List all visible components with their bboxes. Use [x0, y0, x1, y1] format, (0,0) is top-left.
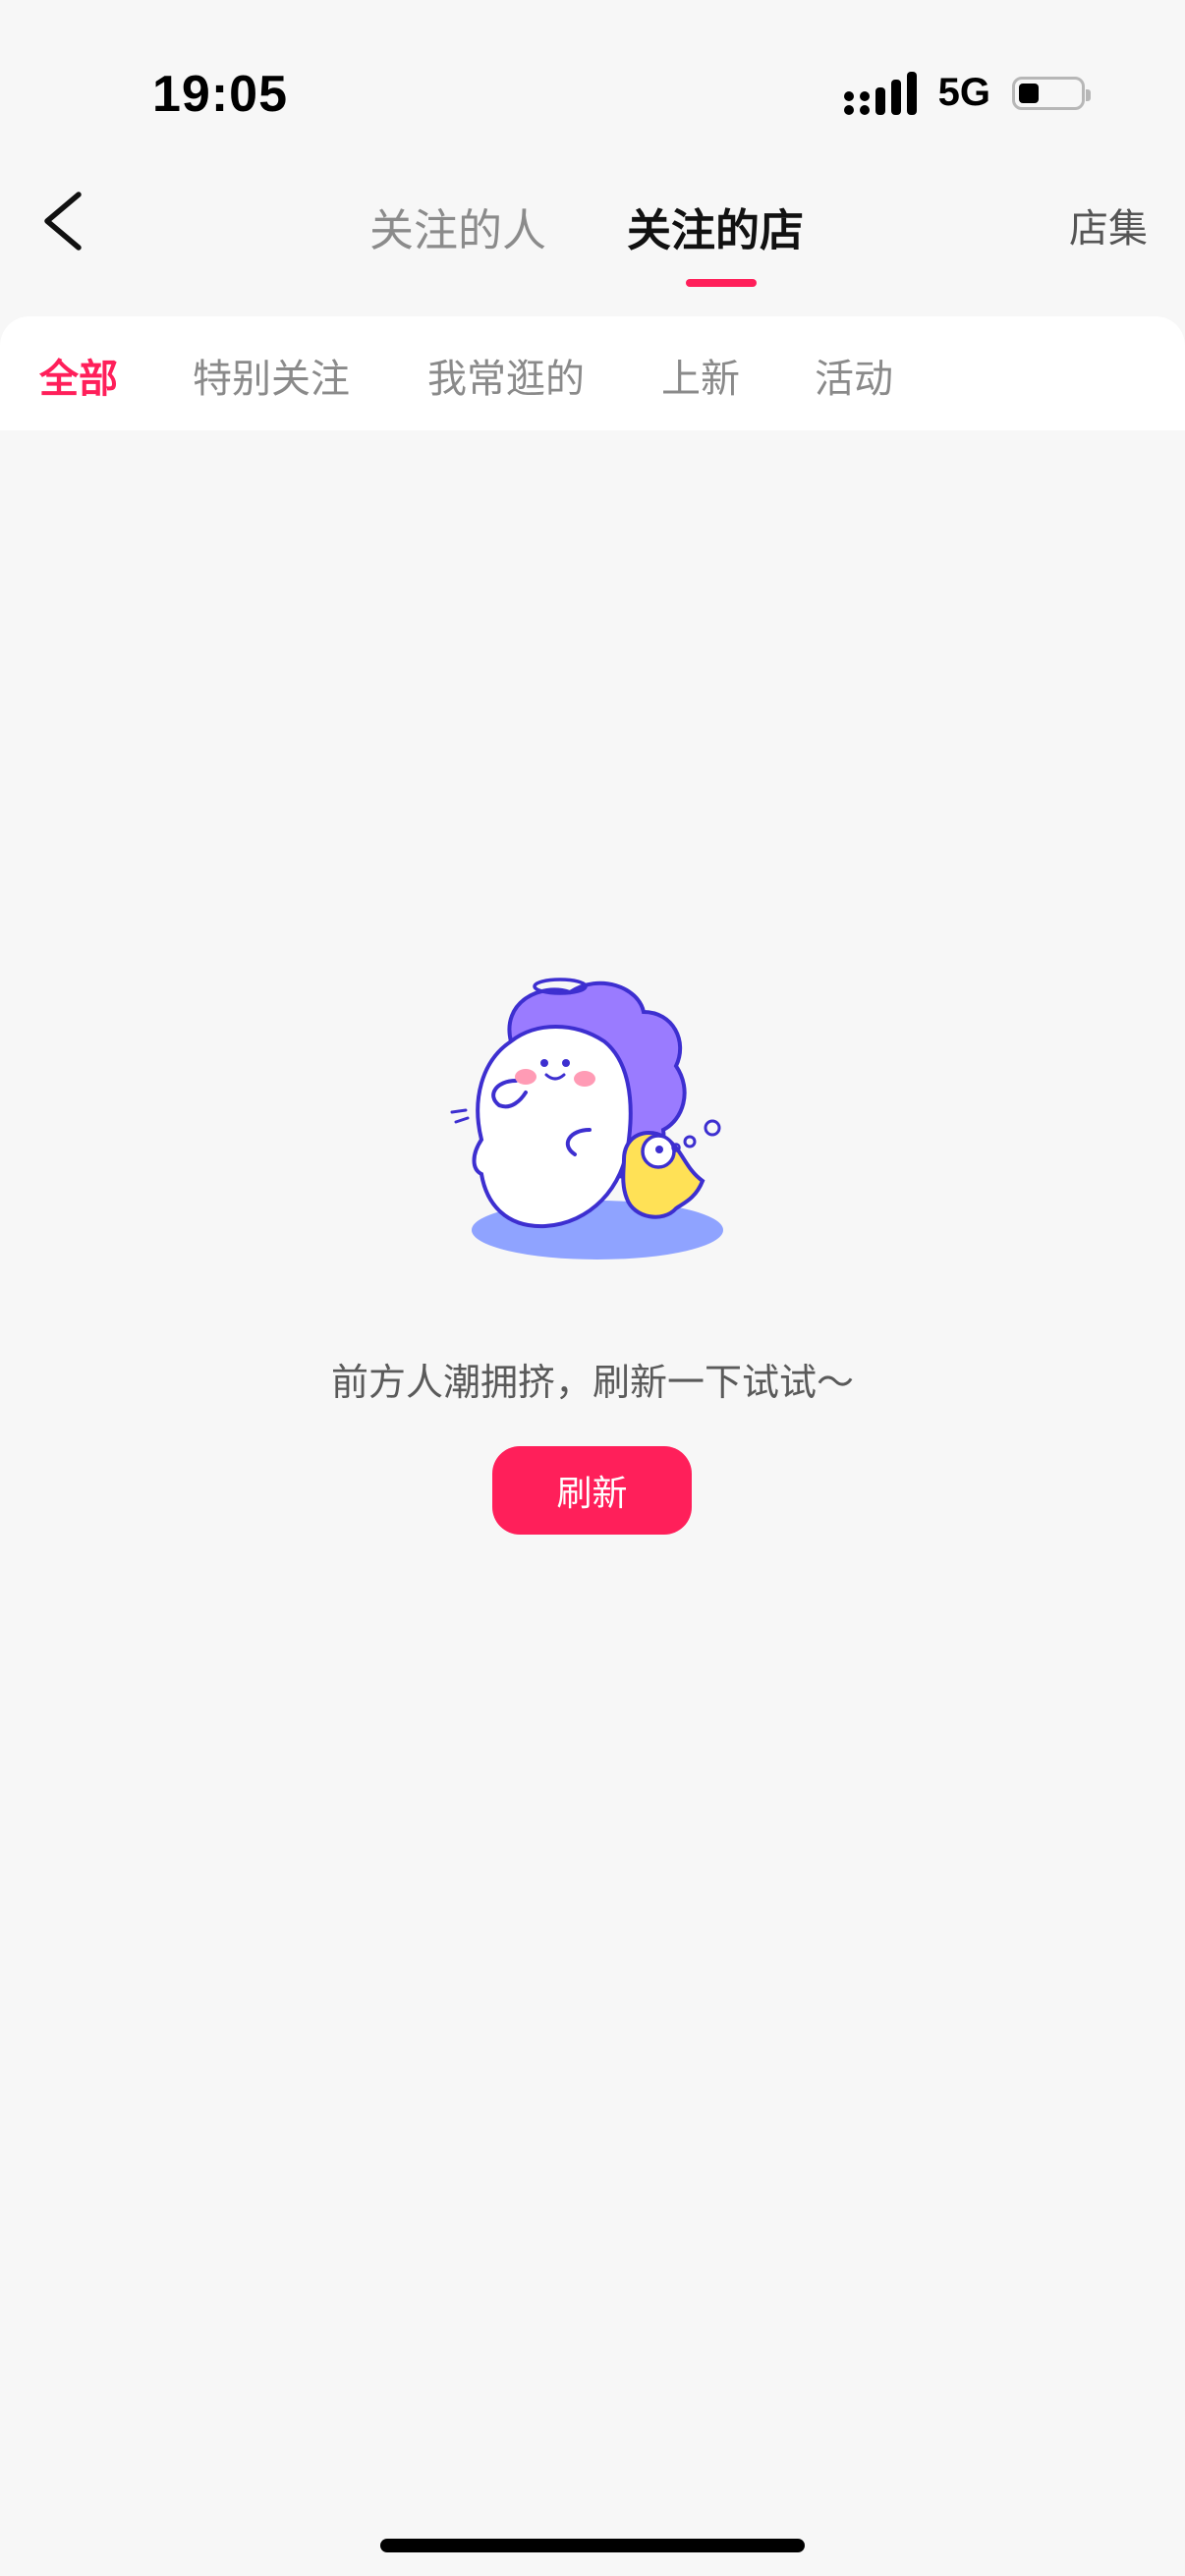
battery-icon	[1012, 76, 1091, 110]
subtab-all[interactable]: 全部	[39, 347, 118, 404]
cellular-signal-icon	[843, 71, 917, 115]
status-time: 19:05	[152, 66, 288, 123]
back-arrow-icon[interactable]	[37, 187, 96, 255]
empty-state-illustration	[450, 978, 723, 1260]
subtab-promotions[interactable]: 活动	[815, 347, 893, 404]
active-tab-indicator	[686, 279, 757, 287]
empty-state-message: 前方人潮拥挤，刷新一下试试～	[330, 1361, 854, 1404]
filter-tabs: 全部 特别关注 我常逛的 上新 活动	[0, 316, 1185, 430]
tab-following-stores[interactable]: 关注的店	[627, 195, 804, 258]
tab-following-people[interactable]: 关注的人	[369, 195, 546, 258]
subtab-special-follow[interactable]: 特别关注	[193, 347, 350, 404]
network-type: 5G	[937, 71, 990, 114]
refresh-button[interactable]: 刷新	[492, 1446, 692, 1535]
status-indicators: 5G	[843, 71, 1091, 115]
store-collection-link[interactable]: 店集	[1069, 196, 1148, 253]
subtab-frequent[interactable]: 我常逛的	[427, 347, 585, 404]
home-indicator[interactable]	[380, 2539, 805, 2552]
subtab-new-arrivals[interactable]: 上新	[661, 347, 740, 404]
